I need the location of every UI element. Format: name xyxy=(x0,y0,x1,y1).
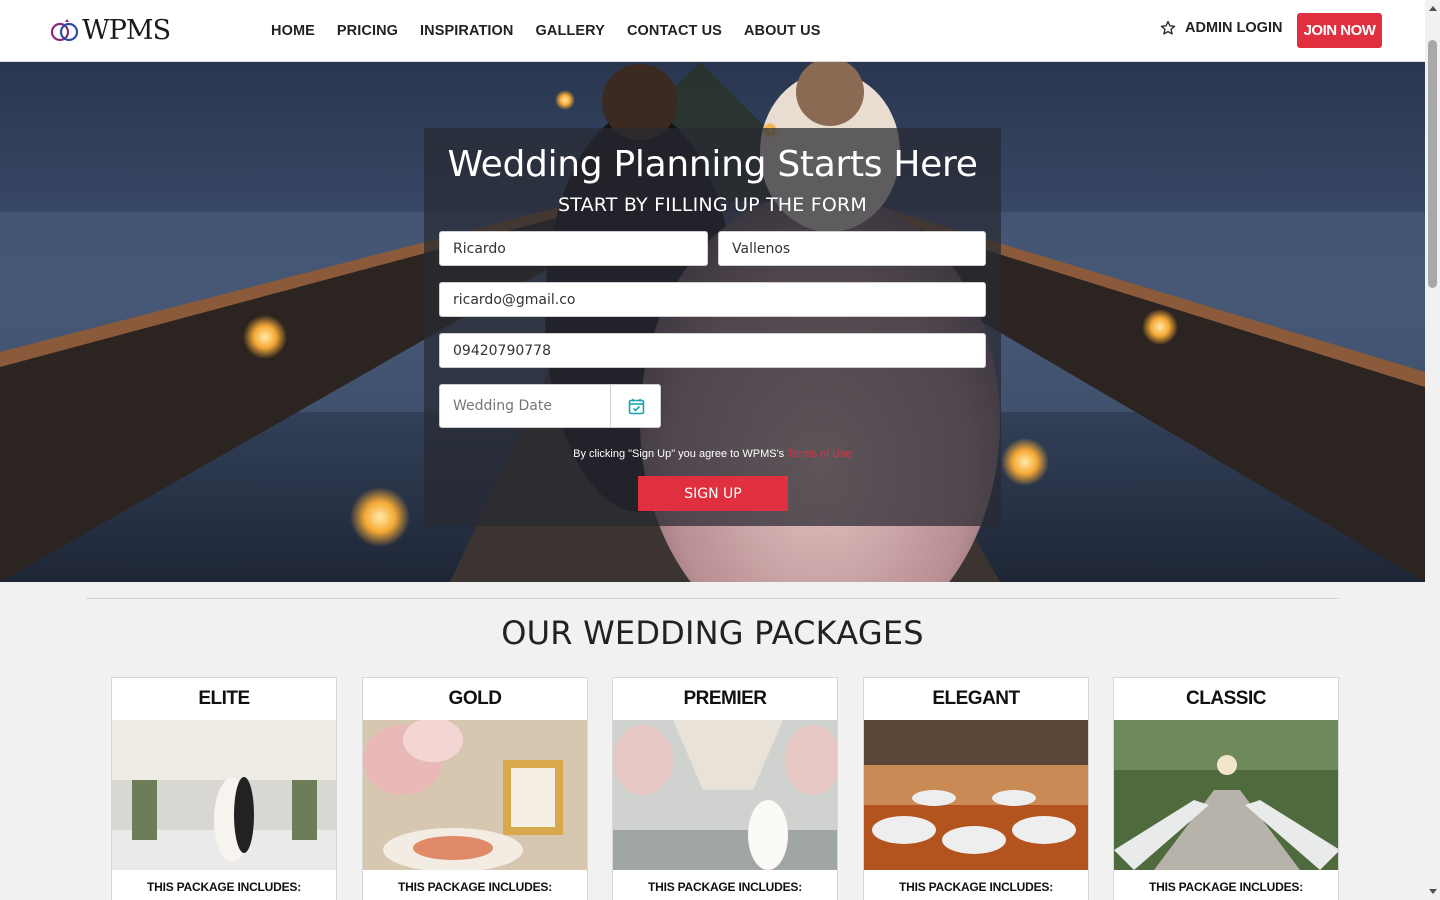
package-image xyxy=(1114,720,1338,870)
phone-input[interactable]: 09420790778 xyxy=(439,333,986,368)
last-name-input[interactable]: Vallenos xyxy=(718,231,986,266)
package-includes-label: THIS PACKAGE INCLUDES: xyxy=(397,880,553,894)
section-divider xyxy=(86,598,1339,599)
scroll-down-arrow-icon[interactable] xyxy=(1425,884,1440,900)
package-image xyxy=(112,720,336,870)
terms-of-use-link[interactable]: Terms of Use xyxy=(787,448,852,460)
signup-form-panel: Wedding Planning Starts Here START BY FI… xyxy=(424,128,1001,526)
package-card-gold[interactable]: GOLD THIS PACKAGE INCLUDES: xyxy=(362,677,588,900)
package-name: CLASSIC xyxy=(1186,688,1266,709)
package-name: ELITE xyxy=(198,688,250,709)
join-now-button[interactable]: JOIN NOW xyxy=(1297,13,1382,48)
nav-inspiration[interactable]: INSPIRATION xyxy=(420,23,513,39)
logo-text: WPMS xyxy=(82,14,171,46)
hero-subtitle: START BY FILLING UP THE FORM xyxy=(558,194,867,216)
sign-up-button[interactable]: SIGN UP xyxy=(638,476,788,511)
package-card-premier[interactable]: PREMIER THIS PACKAGE INCLUDES: xyxy=(612,677,838,900)
package-image xyxy=(363,720,587,870)
hero-section: Wedding Planning Starts Here START BY FI… xyxy=(0,62,1425,582)
hero-title: Wedding Planning Starts Here xyxy=(447,144,978,185)
package-image xyxy=(864,720,1088,870)
package-includes-label: THIS PACKAGE INCLUDES: xyxy=(647,880,803,894)
nav-gallery[interactable]: GALLERY xyxy=(536,23,605,39)
nav-home[interactable]: HOME xyxy=(271,23,315,39)
top-navbar: WPMS HOME PRICING INSPIRATION GALLERY CO… xyxy=(0,0,1425,62)
package-name: ELEGANT xyxy=(932,688,1020,709)
admin-login-link[interactable]: ADMIN LOGIN xyxy=(1160,20,1282,36)
admin-login-label: ADMIN LOGIN xyxy=(1185,20,1283,36)
main-nav: HOME PRICING INSPIRATION GALLERY CONTACT… xyxy=(271,0,842,62)
nav-about-us[interactable]: ABOUT US xyxy=(744,23,821,39)
terms-notice: By clicking "Sign Up" you agree to WPMS'… xyxy=(424,448,1001,460)
package-card-elegant[interactable]: ELEGANT THIS PACKAGE INCLUDES: xyxy=(863,677,1089,900)
packages-title: OUR WEDDING PACKAGES xyxy=(501,614,924,652)
package-includes-label: THIS PACKAGE INCLUDES: xyxy=(146,880,302,894)
package-card-classic[interactable]: CLASSIC THIS PACKAGE INCLUDES: xyxy=(1113,677,1339,900)
email-input[interactable]: ricardo@gmail.co xyxy=(439,282,986,317)
logo[interactable]: WPMS xyxy=(50,14,171,46)
scrollbar-thumb[interactable] xyxy=(1428,40,1437,288)
scroll-up-arrow-icon[interactable] xyxy=(1425,0,1440,16)
nav-contact-us[interactable]: CONTACT US xyxy=(627,23,722,39)
package-includes-label: THIS PACKAGE INCLUDES: xyxy=(1148,880,1304,894)
package-card-elite[interactable]: ELITE THIS PACKAGE INCLUDES: xyxy=(111,677,337,900)
nav-pricing[interactable]: PRICING xyxy=(337,23,398,39)
package-name: PREMIER xyxy=(683,688,767,709)
rings-logo-icon xyxy=(50,19,79,42)
package-image xyxy=(613,720,837,870)
wedding-date-group: Wedding Date xyxy=(439,384,661,428)
terms-prefix: By clicking "Sign Up" you agree to WPMS'… xyxy=(573,448,788,460)
star-icon xyxy=(1160,20,1176,35)
first-name-input[interactable]: Ricardo xyxy=(439,231,708,266)
page-scrollbar[interactable] xyxy=(1425,0,1440,900)
wedding-date-input[interactable]: Wedding Date xyxy=(440,385,611,427)
package-name: GOLD xyxy=(448,688,502,709)
calendar-check-icon xyxy=(628,398,644,414)
package-includes-label: THIS PACKAGE INCLUDES: xyxy=(898,880,1054,894)
calendar-button[interactable] xyxy=(612,385,660,427)
